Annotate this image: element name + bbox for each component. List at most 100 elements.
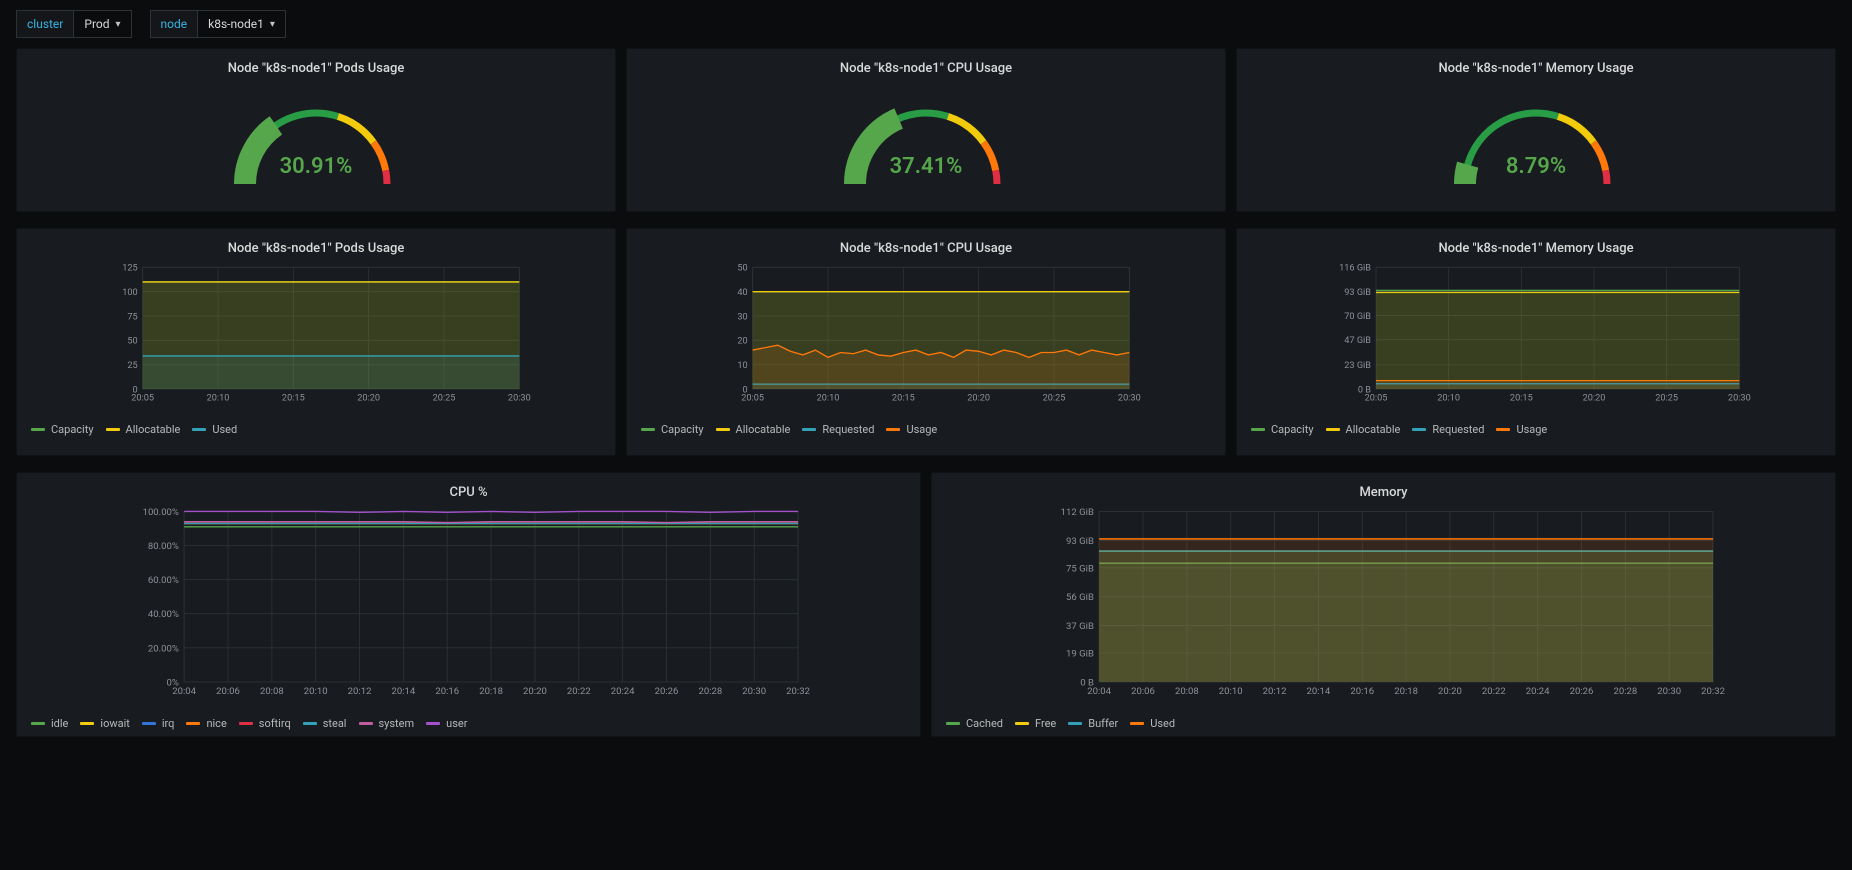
panel-title: Node "k8s-node1" CPU Usage [635,57,1217,84]
svg-text:20:10: 20:10 [1219,686,1243,697]
svg-text:20:04: 20:04 [1087,686,1111,697]
svg-text:20:25: 20:25 [1043,394,1066,404]
svg-text:93 GiB: 93 GiB [1066,536,1094,547]
gauge: 8.79% [1245,84,1827,204]
svg-text:20:30: 20:30 [1728,394,1751,404]
var-cluster-value: Prod [84,17,109,31]
svg-text:20:08: 20:08 [260,686,284,697]
svg-text:20:16: 20:16 [1350,686,1374,697]
legend-item[interactable]: Used [1130,717,1175,730]
svg-text:23 GiB: 23 GiB [1344,361,1371,371]
legend-label: Free [1035,717,1056,730]
legend-item[interactable]: user [426,717,467,730]
svg-text:20:24: 20:24 [611,686,635,697]
legend-item[interactable]: irq [142,717,175,730]
legend-label: irq [162,717,175,730]
gauge: 30.91% [25,84,607,204]
svg-text:20:12: 20:12 [1263,686,1287,697]
legend-item[interactable]: softirq [239,717,291,730]
legend-item[interactable]: idle [31,717,68,730]
svg-text:30: 30 [737,312,747,322]
svg-text:116 GiB: 116 GiB [1339,264,1371,274]
var-cluster: cluster Prod [16,10,132,38]
legend: Cached Free Buffer Used [940,711,1827,732]
legend-item[interactable]: Allocatable [716,423,791,436]
svg-text:20:06: 20:06 [216,686,240,697]
chart-plot: 0 B19 GiB37 GiB56 GiB75 GiB93 GiB112 GiB… [940,508,1827,711]
svg-text:70 GiB: 70 GiB [1344,312,1371,322]
legend-item[interactable]: system [359,717,415,730]
var-node-select[interactable]: k8s-node1 [198,10,286,38]
legend-item[interactable]: Used [192,423,237,436]
svg-text:56 GiB: 56 GiB [1066,592,1094,603]
svg-text:20: 20 [737,337,747,347]
legend-label: Capacity [661,423,704,436]
timeseries-panel[interactable]: Node "k8s-node1" Memory Usage0 B23 GiB47… [1236,228,1836,456]
legend-item[interactable]: Buffer [1068,717,1118,730]
legend-item[interactable]: Requested [802,423,874,436]
legend-label: Capacity [1271,423,1314,436]
gauge-panel[interactable]: Node "k8s-node1" CPU Usage37.41% [626,48,1226,212]
svg-text:20:20: 20:20 [523,686,547,697]
legend-item[interactable]: Usage [1496,423,1547,436]
var-node: node k8s-node1 [150,10,286,38]
timeseries-panel-wide[interactable]: CPU %0%20.00%40.00%60.00%80.00%100.00%20… [16,472,921,737]
legend-item[interactable]: Usage [886,423,937,436]
svg-text:93 GiB: 93 GiB [1344,288,1371,298]
legend-item[interactable]: Capacity [1251,423,1314,436]
panel-title: Node "k8s-node1" Memory Usage [1245,57,1827,84]
gauge-value: 30.91% [280,154,353,179]
legend-item[interactable]: Cached [946,717,1003,730]
svg-text:10: 10 [737,361,747,371]
svg-text:20:18: 20:18 [1394,686,1418,697]
panel-title: Node "k8s-node1" Memory Usage [1245,237,1827,264]
svg-text:20:10: 20:10 [1437,394,1460,404]
legend-label: Usage [1516,423,1547,436]
svg-text:20:32: 20:32 [1701,686,1725,697]
legend-item[interactable]: iowait [80,717,129,730]
svg-text:100: 100 [122,288,137,298]
panel-title: Node "k8s-node1" CPU Usage [635,237,1217,264]
svg-text:20:25: 20:25 [1655,394,1678,404]
legend-item[interactable]: steal [303,717,347,730]
legend-item[interactable]: Free [1015,717,1056,730]
svg-text:20:18: 20:18 [479,686,503,697]
gauge-panel[interactable]: Node "k8s-node1" Memory Usage8.79% [1236,48,1836,212]
legend-item[interactable]: Allocatable [106,423,181,436]
legend-label: Capacity [51,423,94,436]
legend-label: iowait [100,717,129,730]
legend-label: idle [51,717,68,730]
legend-item[interactable]: Capacity [31,423,94,436]
svg-text:112 GiB: 112 GiB [1061,508,1094,518]
panel-title: Node "k8s-node1" Pods Usage [25,237,607,264]
var-cluster-label: cluster [16,10,74,38]
svg-text:20:24: 20:24 [1526,686,1550,697]
legend-item[interactable]: Capacity [641,423,704,436]
timeseries-panel[interactable]: Node "k8s-node1" Pods Usage0255075100125… [16,228,616,456]
svg-text:20:10: 20:10 [207,394,230,404]
svg-text:20:15: 20:15 [1510,394,1533,404]
legend-item[interactable]: nice [186,717,226,730]
var-cluster-select[interactable]: Prod [74,10,131,38]
variable-toolbar: cluster Prod node k8s-node1 [0,0,1852,48]
svg-text:20:30: 20:30 [508,394,531,404]
legend: Capacity Allocatable Requested Usage [635,417,1217,438]
legend-label: steal [323,717,347,730]
legend-item[interactable]: Allocatable [1326,423,1401,436]
panel-title: Node "k8s-node1" Pods Usage [25,57,607,84]
legend: Capacity Allocatable Used [25,417,607,438]
svg-text:20:14: 20:14 [1307,686,1331,697]
svg-text:20:20: 20:20 [1583,394,1606,404]
svg-text:19 GiB: 19 GiB [1066,648,1094,659]
svg-text:20:05: 20:05 [1365,394,1388,404]
timeseries-panel[interactable]: Node "k8s-node1" CPU Usage0102030405020:… [626,228,1226,456]
svg-text:20:30: 20:30 [742,686,766,697]
legend-label: Requested [822,423,874,436]
gauge-panel[interactable]: Node "k8s-node1" Pods Usage 30.91% [16,48,616,212]
legend-item[interactable]: Requested [1412,423,1484,436]
svg-text:20:22: 20:22 [1482,686,1506,697]
svg-text:20:30: 20:30 [1657,686,1681,697]
svg-text:20:28: 20:28 [1613,686,1637,697]
svg-text:20:05: 20:05 [741,394,764,404]
timeseries-panel-wide[interactable]: Memory0 B19 GiB37 GiB56 GiB75 GiB93 GiB1… [931,472,1836,737]
